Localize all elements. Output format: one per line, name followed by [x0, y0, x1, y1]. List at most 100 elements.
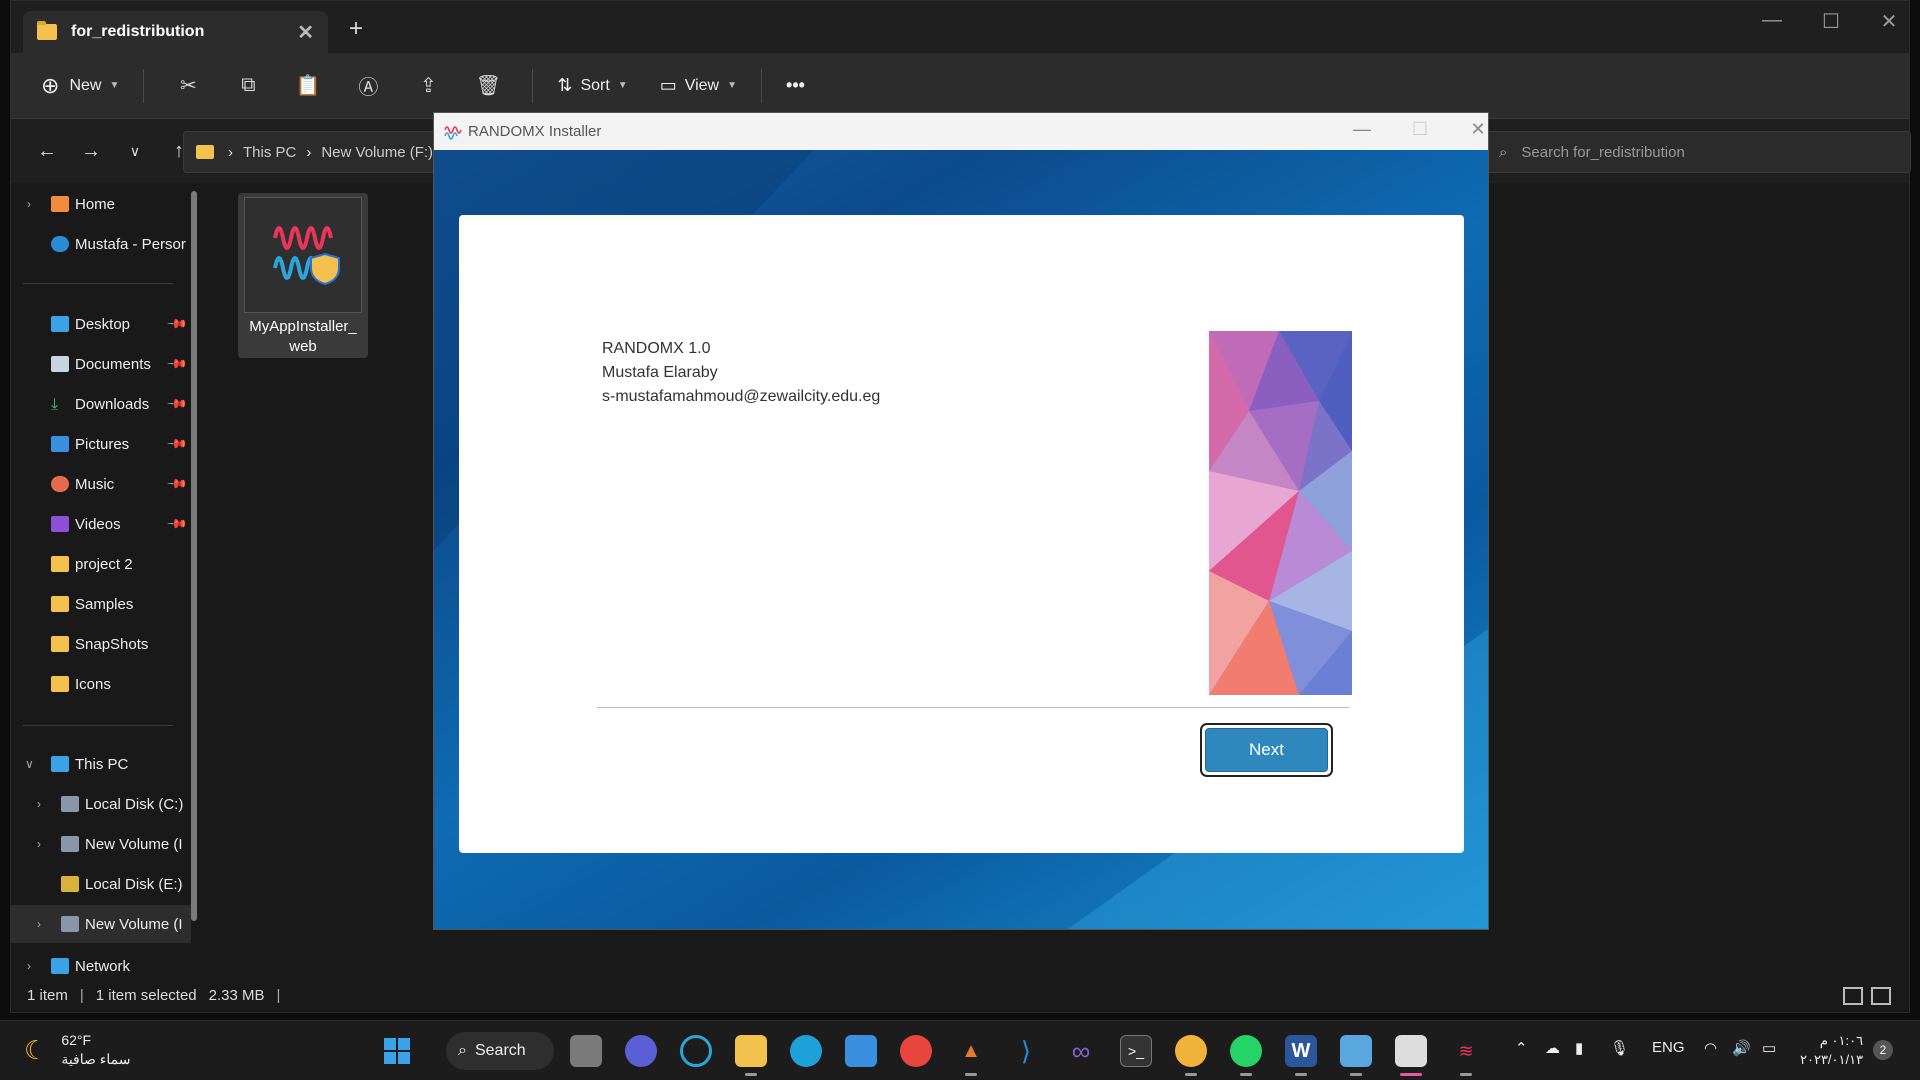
security-tray-icon[interactable]: ▮	[1575, 1039, 1583, 1057]
file-item-myappinstaller[interactable]: MyAppInstaller_ web	[238, 193, 368, 358]
visual-studio-icon[interactable]: ∞	[1065, 1035, 1097, 1067]
microphone-icon[interactable]: 🎙	[1610, 1039, 1629, 1057]
sidebar-item-icons[interactable]: Icons	[51, 665, 111, 703]
recent-chevron-icon[interactable]: ∨	[113, 143, 157, 160]
pin-icon[interactable]: 📌	[166, 433, 188, 456]
taskbar-search[interactable]: ⌕ Search	[446, 1032, 554, 1070]
chevron-right-icon[interactable]: ›	[27, 959, 31, 973]
file-explorer-icon[interactable]	[735, 1035, 767, 1067]
chat-icon[interactable]	[625, 1035, 657, 1067]
sidebar-item-project-2[interactable]: project 2	[51, 545, 133, 583]
store-icon[interactable]	[845, 1035, 877, 1067]
details-view-icon[interactable]	[1843, 987, 1863, 1005]
start-button[interactable]	[381, 1035, 413, 1067]
vscode-icon[interactable]: ⟩	[1010, 1035, 1042, 1067]
whatsapp-icon[interactable]	[1230, 1035, 1262, 1067]
tab-close-icon[interactable]: ✕	[297, 20, 314, 45]
sidebar-item-documents[interactable]: Documents	[51, 345, 151, 383]
sidebar-item-onedrive[interactable]: Mustafa - Persor	[51, 225, 191, 263]
installer-close-button[interactable]: ✕	[1458, 119, 1488, 140]
file-name-line-1: MyAppInstaller_	[249, 318, 357, 335]
chrome-profile-icon[interactable]	[1175, 1035, 1207, 1067]
sidebar-item-videos[interactable]: Videos	[51, 505, 121, 543]
sidebar-item-label: Icons	[75, 675, 111, 693]
word-icon[interactable]: W	[1285, 1035, 1317, 1067]
sort-label: Sort	[580, 76, 610, 94]
chrome-icon[interactable]	[900, 1035, 932, 1067]
sidebar-item-network[interactable]: Network	[51, 947, 130, 985]
pin-icon[interactable]: 📌	[166, 313, 188, 336]
sidebar-item-label: project 2	[75, 555, 133, 573]
sidebar-item-label: New Volume (I	[85, 915, 183, 933]
new-button[interactable]: ⊕ New ▼	[31, 66, 129, 106]
language-indicator[interactable]: ENG	[1652, 1039, 1685, 1056]
search-placeholder: Search for_redistribution	[1521, 143, 1685, 161]
clock[interactable]: ٠١:٠٦ م ٢٠٢٣/٠١/١٣	[1800, 1031, 1863, 1069]
running-indicator	[745, 1073, 757, 1076]
matlab-icon[interactable]: ▲	[955, 1035, 987, 1067]
pin-icon[interactable]: 📌	[166, 513, 188, 536]
running-indicator	[1295, 1073, 1307, 1076]
sidebar-item-home[interactable]: Home	[51, 185, 115, 223]
share-icon[interactable]: ⇪	[408, 73, 448, 98]
next-button[interactable]: Next	[1205, 728, 1328, 772]
chevron-right-icon[interactable]: ›	[27, 197, 31, 211]
pin-icon[interactable]: 📌	[166, 393, 188, 416]
sidebar-item-pictures[interactable]: Pictures	[51, 425, 129, 463]
remote-desktop-icon[interactable]	[1340, 1035, 1372, 1067]
maximize-button[interactable]: ☐	[1811, 9, 1851, 34]
sidebar-item-local-disk-c[interactable]: Local Disk (C:)	[61, 785, 191, 823]
battery-icon[interactable]: ▭	[1762, 1039, 1776, 1057]
new-tab-button[interactable]: +	[349, 15, 363, 43]
chevron-right-icon[interactable]: ›	[37, 797, 41, 811]
sidebar-item-snapshots[interactable]: SnapShots	[51, 625, 148, 663]
sidebar-item-samples[interactable]: Samples	[51, 585, 133, 623]
installer-taskbar-icon[interactable]	[1395, 1035, 1427, 1067]
sidebar-item-new-volume-1[interactable]: New Volume (I	[61, 825, 191, 863]
paste-icon[interactable]: 📋	[288, 73, 328, 98]
installer-minimize-button[interactable]: —	[1342, 119, 1382, 140]
notification-badge[interactable]: 2	[1873, 1040, 1893, 1060]
forward-arrow-icon[interactable]: →	[69, 140, 113, 163]
sidebar-item-this-pc[interactable]: This PC	[51, 745, 128, 783]
back-arrow-icon[interactable]: ←	[25, 140, 69, 163]
tiles-view-icon[interactable]	[1871, 987, 1891, 1005]
close-window-button[interactable]: ✕	[1869, 9, 1909, 34]
installer-maximize-button[interactable]: ☐	[1400, 119, 1440, 140]
rename-icon[interactable]: Ⓐ	[348, 71, 388, 100]
view-button[interactable]: ▭ View ▼	[650, 66, 747, 106]
task-view-icon[interactable]	[570, 1035, 602, 1067]
more-options-button[interactable]: •••	[776, 66, 815, 106]
wifi-icon[interactable]: ◠	[1704, 1039, 1717, 1057]
chevron-down-icon[interactable]: ∨	[25, 757, 34, 771]
cut-icon[interactable]: ✂	[168, 73, 208, 98]
edge-icon[interactable]	[790, 1035, 822, 1067]
tab-for-redistribution[interactable]: for_redistribution ✕	[23, 11, 328, 53]
volume-icon[interactable]: 🔊	[1732, 1039, 1751, 1057]
installer-logo-icon	[444, 125, 462, 140]
weather-widget[interactable]: ☾ 62°F سماء صافية	[24, 1031, 130, 1069]
show-hidden-icons-chevron-icon[interactable]: ⌃	[1515, 1039, 1528, 1057]
sidebar-item-music[interactable]: Music	[51, 465, 114, 503]
sidebar-item-desktop[interactable]: Desktop	[51, 305, 130, 343]
pin-icon[interactable]: 📌	[166, 473, 188, 496]
terminal-icon[interactable]: >_	[1120, 1035, 1152, 1067]
sidebar-item-local-disk-e[interactable]: Local Disk (E:)	[61, 865, 191, 903]
randomx-taskbar-icon[interactable]: ≋	[1450, 1035, 1482, 1067]
minimize-button[interactable]: —	[1752, 9, 1792, 32]
cortana-icon[interactable]	[680, 1035, 712, 1067]
sort-button[interactable]: ⇅ Sort ▼	[547, 66, 637, 106]
delete-icon[interactable]: 🗑	[468, 73, 508, 98]
chevron-down-icon: ▼	[617, 80, 628, 91]
drive-icon	[61, 916, 79, 932]
pin-icon[interactable]: 📌	[166, 353, 188, 376]
chevron-right-icon[interactable]: ›	[37, 837, 41, 851]
breadcrumb-new-volume[interactable]: New Volume (F:)	[321, 144, 433, 161]
search-box[interactable]: ⌕ Search for_redistribution	[1486, 131, 1911, 173]
onedrive-tray-icon[interactable]: ☁	[1545, 1039, 1560, 1057]
breadcrumb-this-pc[interactable]: This PC	[243, 144, 296, 161]
chevron-right-icon[interactable]: ›	[37, 917, 41, 931]
sidebar-item-downloads[interactable]: ⤓ Downloads	[51, 385, 149, 423]
sidebar-scrollbar[interactable]	[191, 191, 197, 921]
copy-icon[interactable]: ⧉	[228, 74, 268, 97]
